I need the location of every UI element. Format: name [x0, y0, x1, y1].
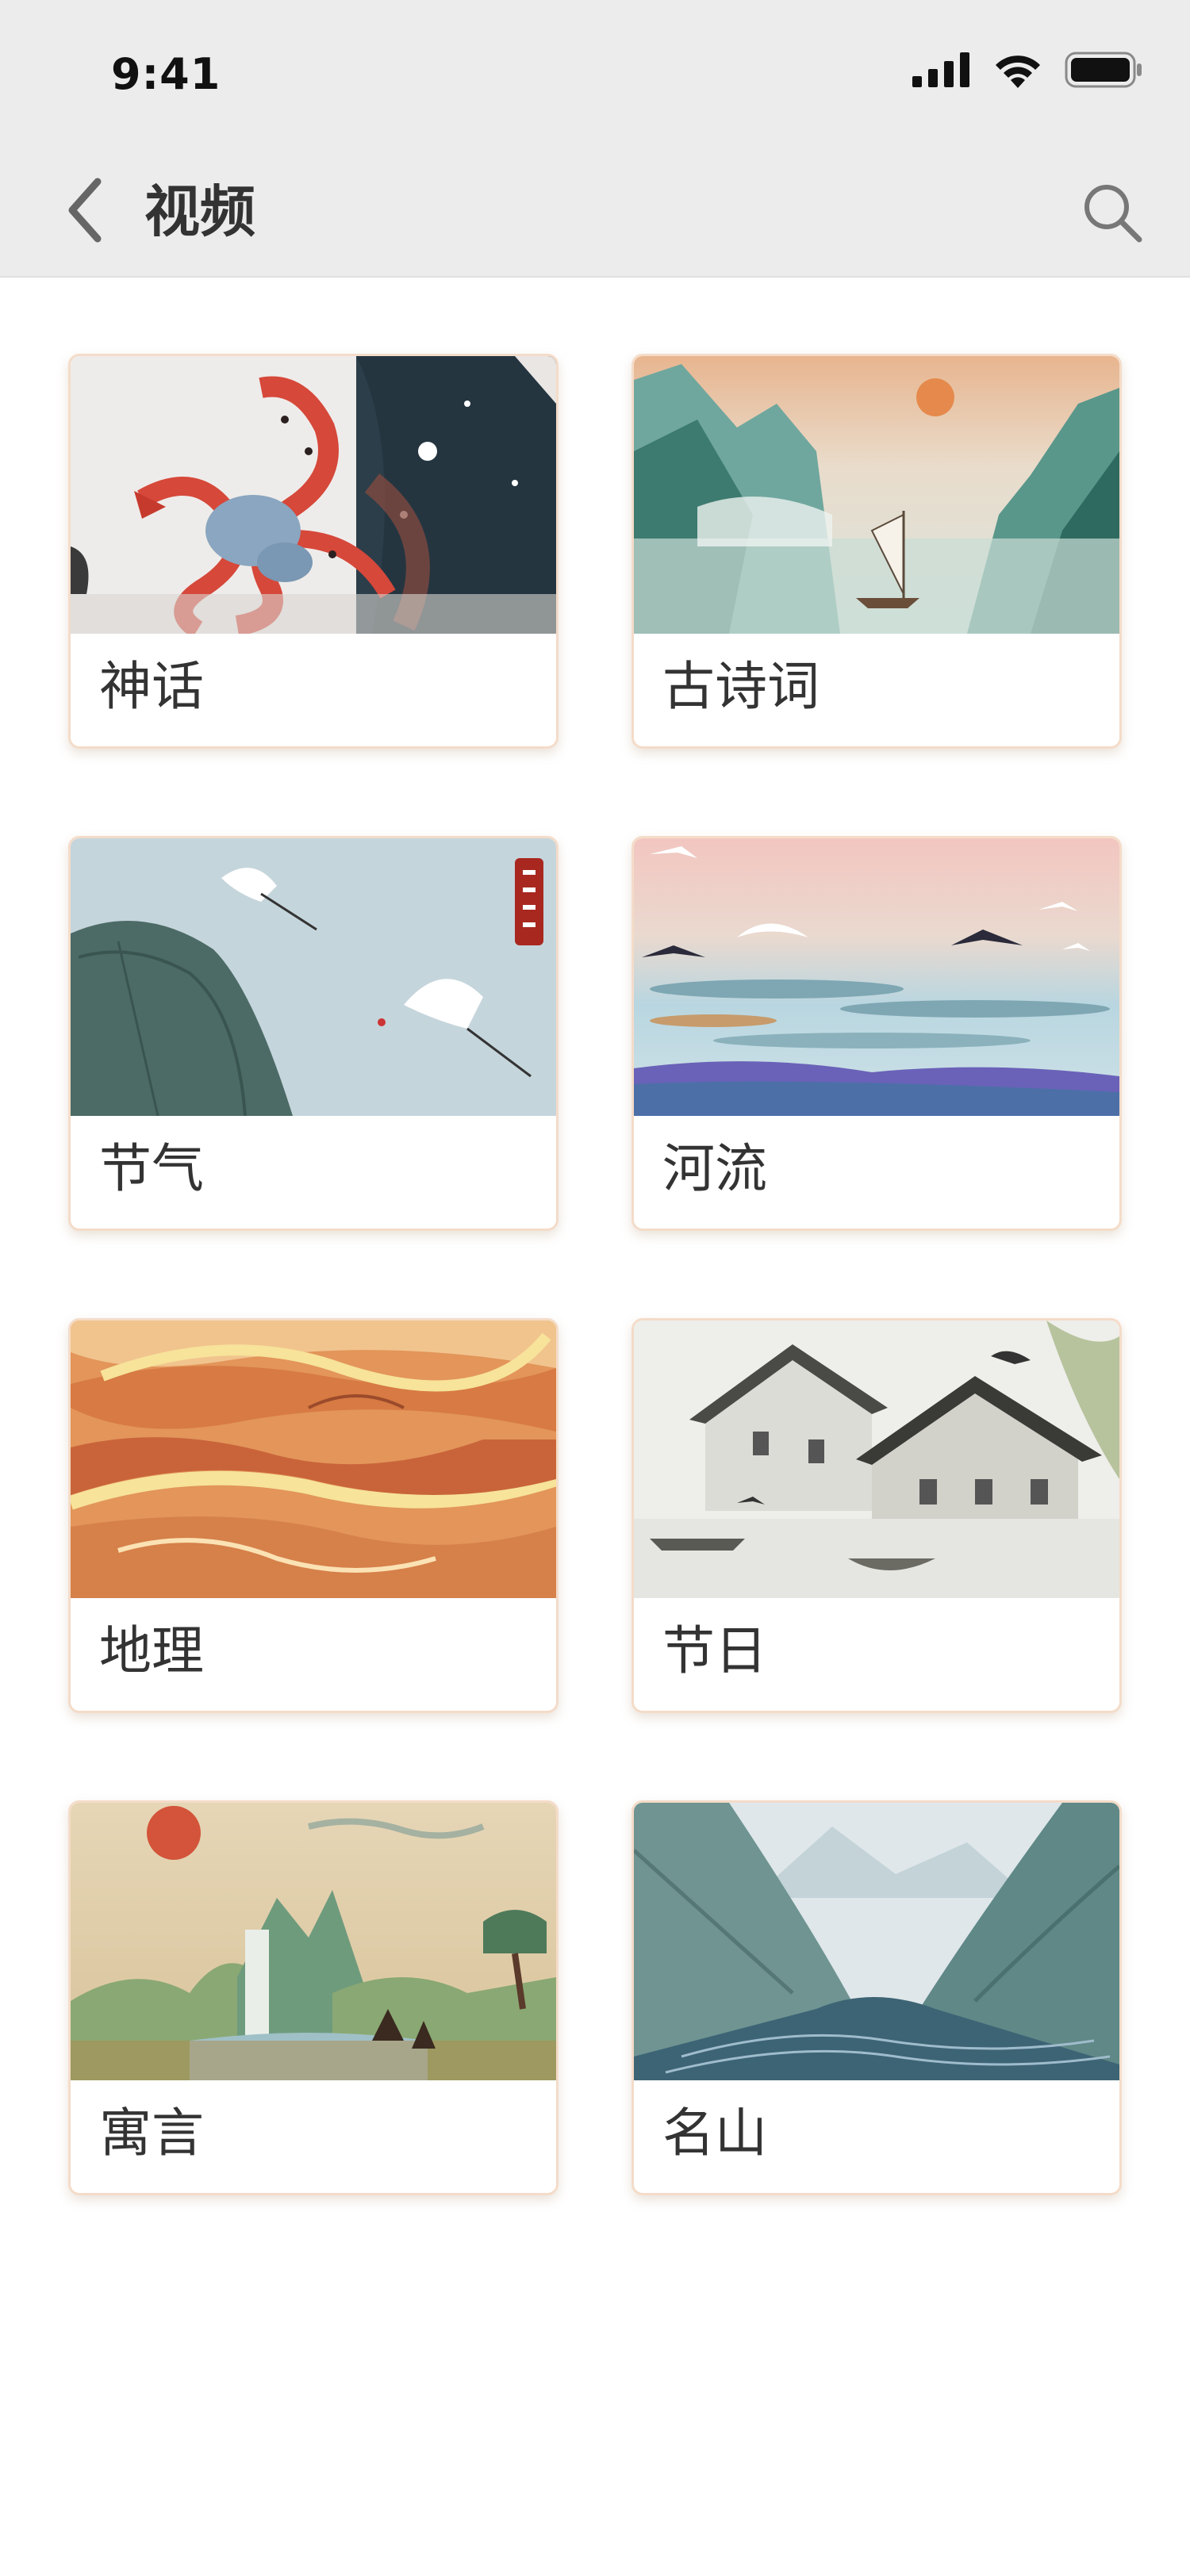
- search-icon: [1084, 185, 1142, 243]
- category-card-mythology[interactable]: 神话: [68, 354, 559, 749]
- waterfall-sun-landscape-painting: [71, 1803, 556, 2080]
- category-label: 古诗词: [662, 656, 820, 717]
- category-card-geography[interactable]: 地理: [68, 1318, 559, 1713]
- category-card-poetry[interactable]: 古诗词: [631, 354, 1122, 749]
- category-card-rivers[interactable]: 河流: [631, 836, 1122, 1231]
- water-town-ink-painting: [634, 1321, 1119, 1598]
- swallows-over-river-painting: [634, 838, 1119, 1116]
- category-label: 节气: [99, 1138, 204, 1199]
- wifi-icon: [996, 56, 1040, 88]
- mountain-lake-sailboat-painting: [634, 356, 1119, 634]
- back-button[interactable]: [52, 174, 116, 246]
- cellular-signal-icon: [912, 52, 969, 87]
- nav-bar: 视频: [0, 143, 1190, 278]
- cranes-lotus-leaf-painting: [71, 838, 556, 1116]
- category-label: 地理: [99, 1620, 204, 1681]
- category-grid: 神话 古诗词 节气 河流 地理 节日 寓言 名山: [68, 354, 1122, 2195]
- category-label: 寓言: [99, 2103, 204, 2164]
- category-card-fables[interactable]: 寓言: [68, 1800, 559, 2195]
- winding-river-landscape-painting: [71, 1321, 556, 1598]
- category-label: 名山: [662, 2103, 767, 2164]
- category-card-festivals[interactable]: 节日: [631, 1318, 1122, 1713]
- chevron-left-icon: [68, 178, 102, 243]
- battery-icon: [1065, 52, 1142, 88]
- status-time: 9:41: [111, 49, 221, 99]
- category-card-famous-mountains[interactable]: 名山: [631, 1800, 1122, 2195]
- page-title: 视频: [144, 179, 255, 244]
- category-card-solar-terms[interactable]: 节气: [68, 836, 559, 1231]
- search-button[interactable]: [1074, 174, 1150, 251]
- snake-mythology-illustration: [71, 356, 556, 634]
- status-bar: 9:41: [0, 0, 1190, 143]
- valley-mountains-river-painting: [634, 1803, 1119, 2080]
- category-label: 河流: [662, 1138, 767, 1199]
- category-label: 节日: [662, 1620, 767, 1681]
- status-icons: [912, 52, 1142, 88]
- category-label: 神话: [99, 656, 204, 717]
